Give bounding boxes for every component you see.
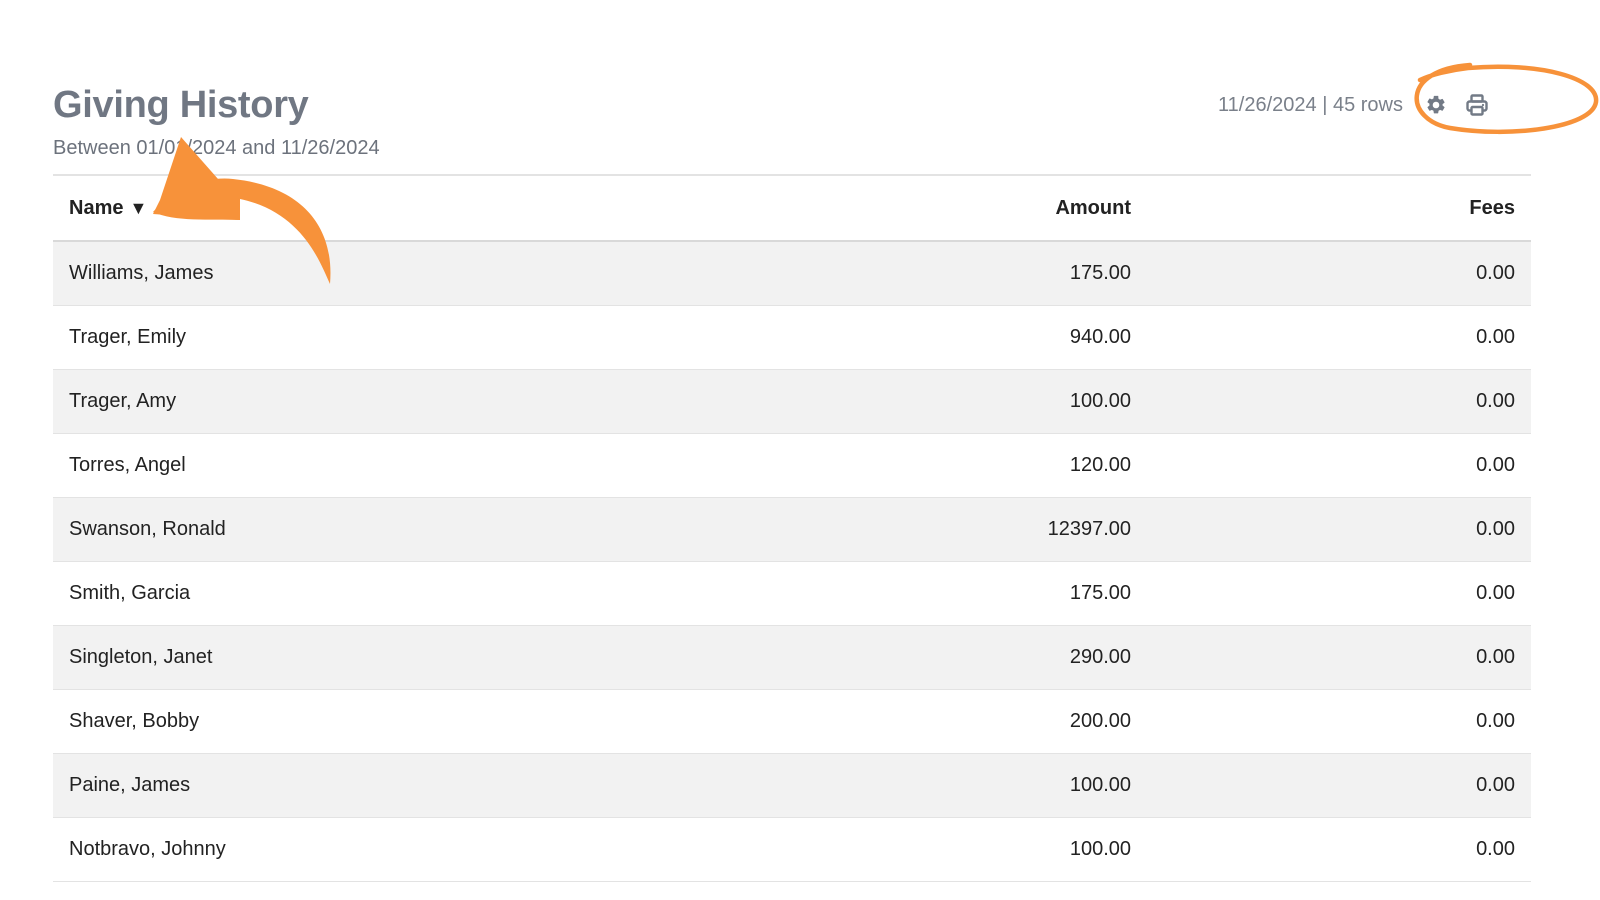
amount-column-header[interactable]: Amount	[965, 175, 1147, 242]
row-fees-cell: 0.00	[1147, 689, 1531, 754]
row-name-cell: Swanson, Ronald	[53, 497, 965, 562]
table-row[interactable]: Singleton, Janet 290.00 0.00	[53, 625, 1531, 690]
table-row[interactable]: Trager, Emily 940.00 0.00	[53, 305, 1531, 370]
name-column-header[interactable]: Name ▼	[53, 175, 965, 242]
table-row[interactable]: Williams, James 175.00 0.00	[53, 241, 1531, 306]
row-name-cell: Smith, Garcia	[53, 561, 965, 626]
row-amount-cell: 120.00	[965, 433, 1147, 498]
row-amount-cell: 290.00	[965, 625, 1147, 690]
print-button[interactable]	[1464, 92, 1490, 118]
row-amount-cell: 175.00	[965, 561, 1147, 626]
row-fees-cell: 0.00	[1147, 433, 1531, 498]
report-meta: 11/26/2024 | 45 rows	[1218, 92, 1490, 118]
row-name-cell: Trager, Emily	[53, 305, 965, 370]
row-name-cell: Notbravo, Johnny	[53, 817, 965, 882]
row-amount-cell: 940.00	[965, 305, 1147, 370]
row-amount-cell: 200.00	[965, 689, 1147, 754]
table-row[interactable]: Swanson, Ronald 12397.00 0.00	[53, 497, 1531, 562]
table-row[interactable]: Torres, Angel 120.00 0.00	[53, 433, 1531, 498]
table-row[interactable]: Smith, Garcia 175.00 0.00	[53, 561, 1531, 626]
row-name-cell: Paine, James	[53, 753, 965, 818]
date-range-subtitle: Between 01/01/2024 and 11/26/2024	[53, 137, 380, 159]
sort-desc-icon: ▼	[129, 197, 148, 218]
table-row[interactable]: Shaver, Bobby 200.00 0.00	[53, 689, 1531, 754]
giving-history-table: Name ▼ Amount Fees Williams, James 175.00…	[53, 174, 1531, 882]
report-meta-text: 11/26/2024 | 45 rows	[1218, 93, 1403, 116]
settings-button[interactable]	[1423, 92, 1449, 118]
row-name-cell: Singleton, Janet	[53, 625, 965, 690]
row-name-cell: Trager, Amy	[53, 369, 965, 434]
row-fees-cell: 0.00	[1147, 753, 1531, 818]
row-name-cell: Torres, Angel	[53, 433, 965, 498]
table-row[interactable]: Paine, James 100.00 0.00	[53, 753, 1531, 818]
table-row[interactable]: Notbravo, Johnny 100.00 0.00	[53, 817, 1531, 882]
name-column-label: Name	[69, 196, 124, 219]
row-fees-cell: 0.00	[1147, 817, 1531, 882]
row-fees-cell: 0.00	[1147, 241, 1531, 306]
row-fees-cell: 0.00	[1147, 305, 1531, 370]
row-name-cell: Williams, James	[53, 241, 965, 306]
row-fees-cell: 0.00	[1147, 561, 1531, 626]
gear-icon	[1427, 95, 1445, 114]
table-row[interactable]: Trager, Amy 100.00 0.00	[53, 369, 1531, 434]
row-fees-cell: 0.00	[1147, 497, 1531, 562]
row-fees-cell: 0.00	[1147, 625, 1531, 690]
fees-column-header[interactable]: Fees	[1147, 175, 1531, 242]
row-name-cell: Shaver, Bobby	[53, 689, 965, 754]
row-amount-cell: 12397.00	[965, 497, 1147, 562]
row-amount-cell: 100.00	[965, 817, 1147, 882]
row-amount-cell: 175.00	[965, 241, 1147, 306]
giving-history-page: Giving History Between 01/01/2024 and 11…	[0, 0, 1600, 900]
row-amount-cell: 100.00	[965, 369, 1147, 434]
row-fees-cell: 0.00	[1147, 369, 1531, 434]
printer-icon	[1466, 94, 1488, 116]
row-amount-cell: 100.00	[965, 753, 1147, 818]
table-header-row: Name ▼ Amount Fees	[53, 175, 1531, 242]
